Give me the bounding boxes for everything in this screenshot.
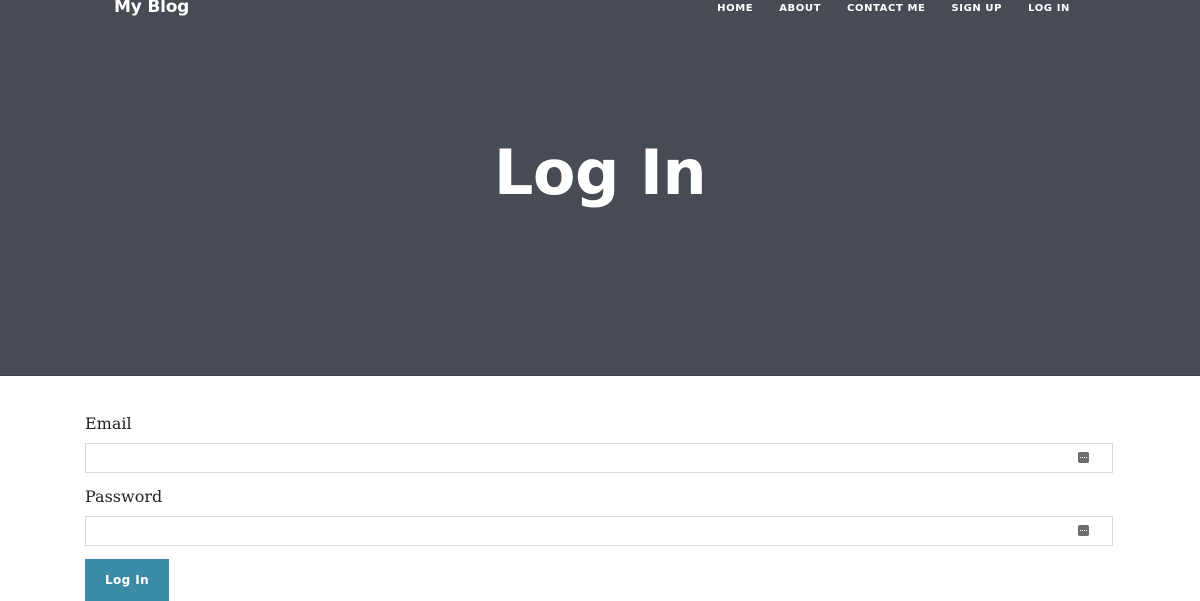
page-header: My Blog HOME ABOUT CONTACT ME SIGN UP LO… xyxy=(0,0,1200,376)
nav-signup-link[interactable]: SIGN UP xyxy=(951,3,1002,14)
brand-link[interactable]: My Blog xyxy=(114,0,189,17)
email-field[interactable] xyxy=(85,443,1113,473)
nav-login-link[interactable]: LOG IN xyxy=(1028,3,1070,14)
password-input[interactable] xyxy=(86,517,1066,545)
page-title: Log In xyxy=(493,136,707,209)
email-label: Email xyxy=(85,414,132,433)
password-label: Password xyxy=(85,487,163,506)
nav-home-link[interactable]: HOME xyxy=(717,3,753,14)
nav-contact-link[interactable]: CONTACT ME xyxy=(847,3,925,14)
autofill-key-icon[interactable] xyxy=(1078,452,1089,463)
email-input[interactable] xyxy=(86,444,1066,472)
main-nav: HOME ABOUT CONTACT ME SIGN UP LOG IN xyxy=(691,3,1070,14)
password-field[interactable] xyxy=(85,516,1113,546)
login-button[interactable]: Log In xyxy=(85,559,169,601)
autofill-key-icon[interactable] xyxy=(1078,525,1089,536)
nav-about-link[interactable]: ABOUT xyxy=(779,3,821,14)
